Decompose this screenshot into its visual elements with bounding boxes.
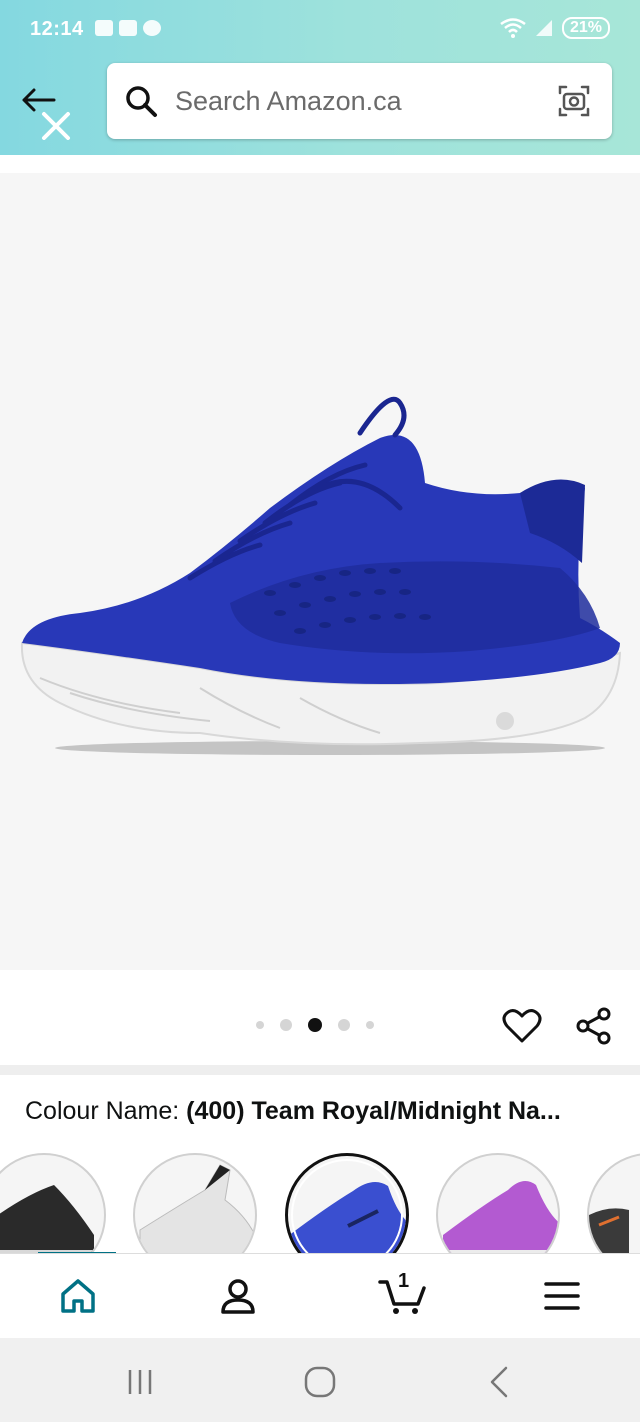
bottom-navigation: 1 <box>0 1253 640 1338</box>
back-arrow-icon[interactable] <box>18 80 78 140</box>
swatch-black-shoe <box>0 1185 94 1253</box>
carousel-dots[interactable] <box>256 1018 374 1032</box>
cart-count: 1 <box>398 1270 410 1292</box>
swatch-black[interactable] <box>0 1153 106 1253</box>
colour-label: Colour Name: <box>25 1097 187 1125</box>
carousel-dot-4[interactable] <box>338 1019 350 1031</box>
home-system-icon[interactable] <box>300 1364 340 1400</box>
recent-apps-icon[interactable] <box>120 1364 160 1400</box>
search-icon <box>126 86 157 117</box>
app-header: Search Amazon.ca <box>0 60 640 155</box>
colour-swatches <box>0 1150 640 1253</box>
swatch-dark[interactable] <box>587 1153 640 1253</box>
gallery-notification-icon <box>95 20 113 36</box>
swatch-royal-shoe <box>288 1182 406 1253</box>
notification-icons: •• <box>95 20 364 88</box>
cart-button[interactable]: 1 <box>378 1270 428 1316</box>
status-right: 21% <box>500 17 610 39</box>
home-icon[interactable] <box>58 1276 98 1316</box>
menu-icon[interactable] <box>542 1276 582 1316</box>
swatch-white[interactable] <box>133 1153 257 1253</box>
heart-icon[interactable] <box>502 1008 542 1044</box>
swatch-purple-shoe <box>443 1181 558 1253</box>
back-system-icon[interactable] <box>480 1364 520 1400</box>
product-image-carousel[interactable] <box>0 173 640 970</box>
carousel-dot-5[interactable] <box>366 1021 374 1029</box>
section-divider <box>0 1065 640 1075</box>
search-input[interactable]: Search Amazon.ca <box>175 86 554 117</box>
colour-value: (400) Team Royal/Midnight Na... <box>186 1097 561 1125</box>
swatch-purple[interactable] <box>436 1153 560 1253</box>
facebook-notification-icon <box>143 20 161 36</box>
colour-name-row: Colour Name: (400) Team Royal/Midnight N… <box>25 1097 615 1126</box>
system-navigation-bar <box>0 1338 640 1422</box>
status-time: 12:14 <box>30 18 84 40</box>
swatch-white-shoe <box>139 1164 255 1253</box>
message-notification-icon <box>119 20 137 36</box>
carousel-dot-3-active[interactable] <box>308 1018 322 1032</box>
swatch-royal-selected[interactable] <box>285 1153 409 1253</box>
product-image-shoe[interactable] <box>0 173 640 970</box>
wifi-icon <box>500 18 526 38</box>
swatch-dark-shoe <box>589 1208 629 1253</box>
header-spacer <box>0 155 640 173</box>
share-icon[interactable] <box>574 1006 614 1046</box>
account-icon[interactable] <box>218 1276 258 1316</box>
camera-search-icon[interactable] <box>554 81 594 121</box>
search-bar[interactable]: Search Amazon.ca <box>107 63 612 139</box>
carousel-controls <box>0 970 640 1065</box>
status-bar: 12:14 •• 21% <box>0 0 640 88</box>
battery-level: 21% <box>561 17 610 39</box>
carousel-dot-1[interactable] <box>256 1021 264 1029</box>
signal-icon <box>535 20 552 36</box>
carousel-dot-2[interactable] <box>280 1019 292 1031</box>
